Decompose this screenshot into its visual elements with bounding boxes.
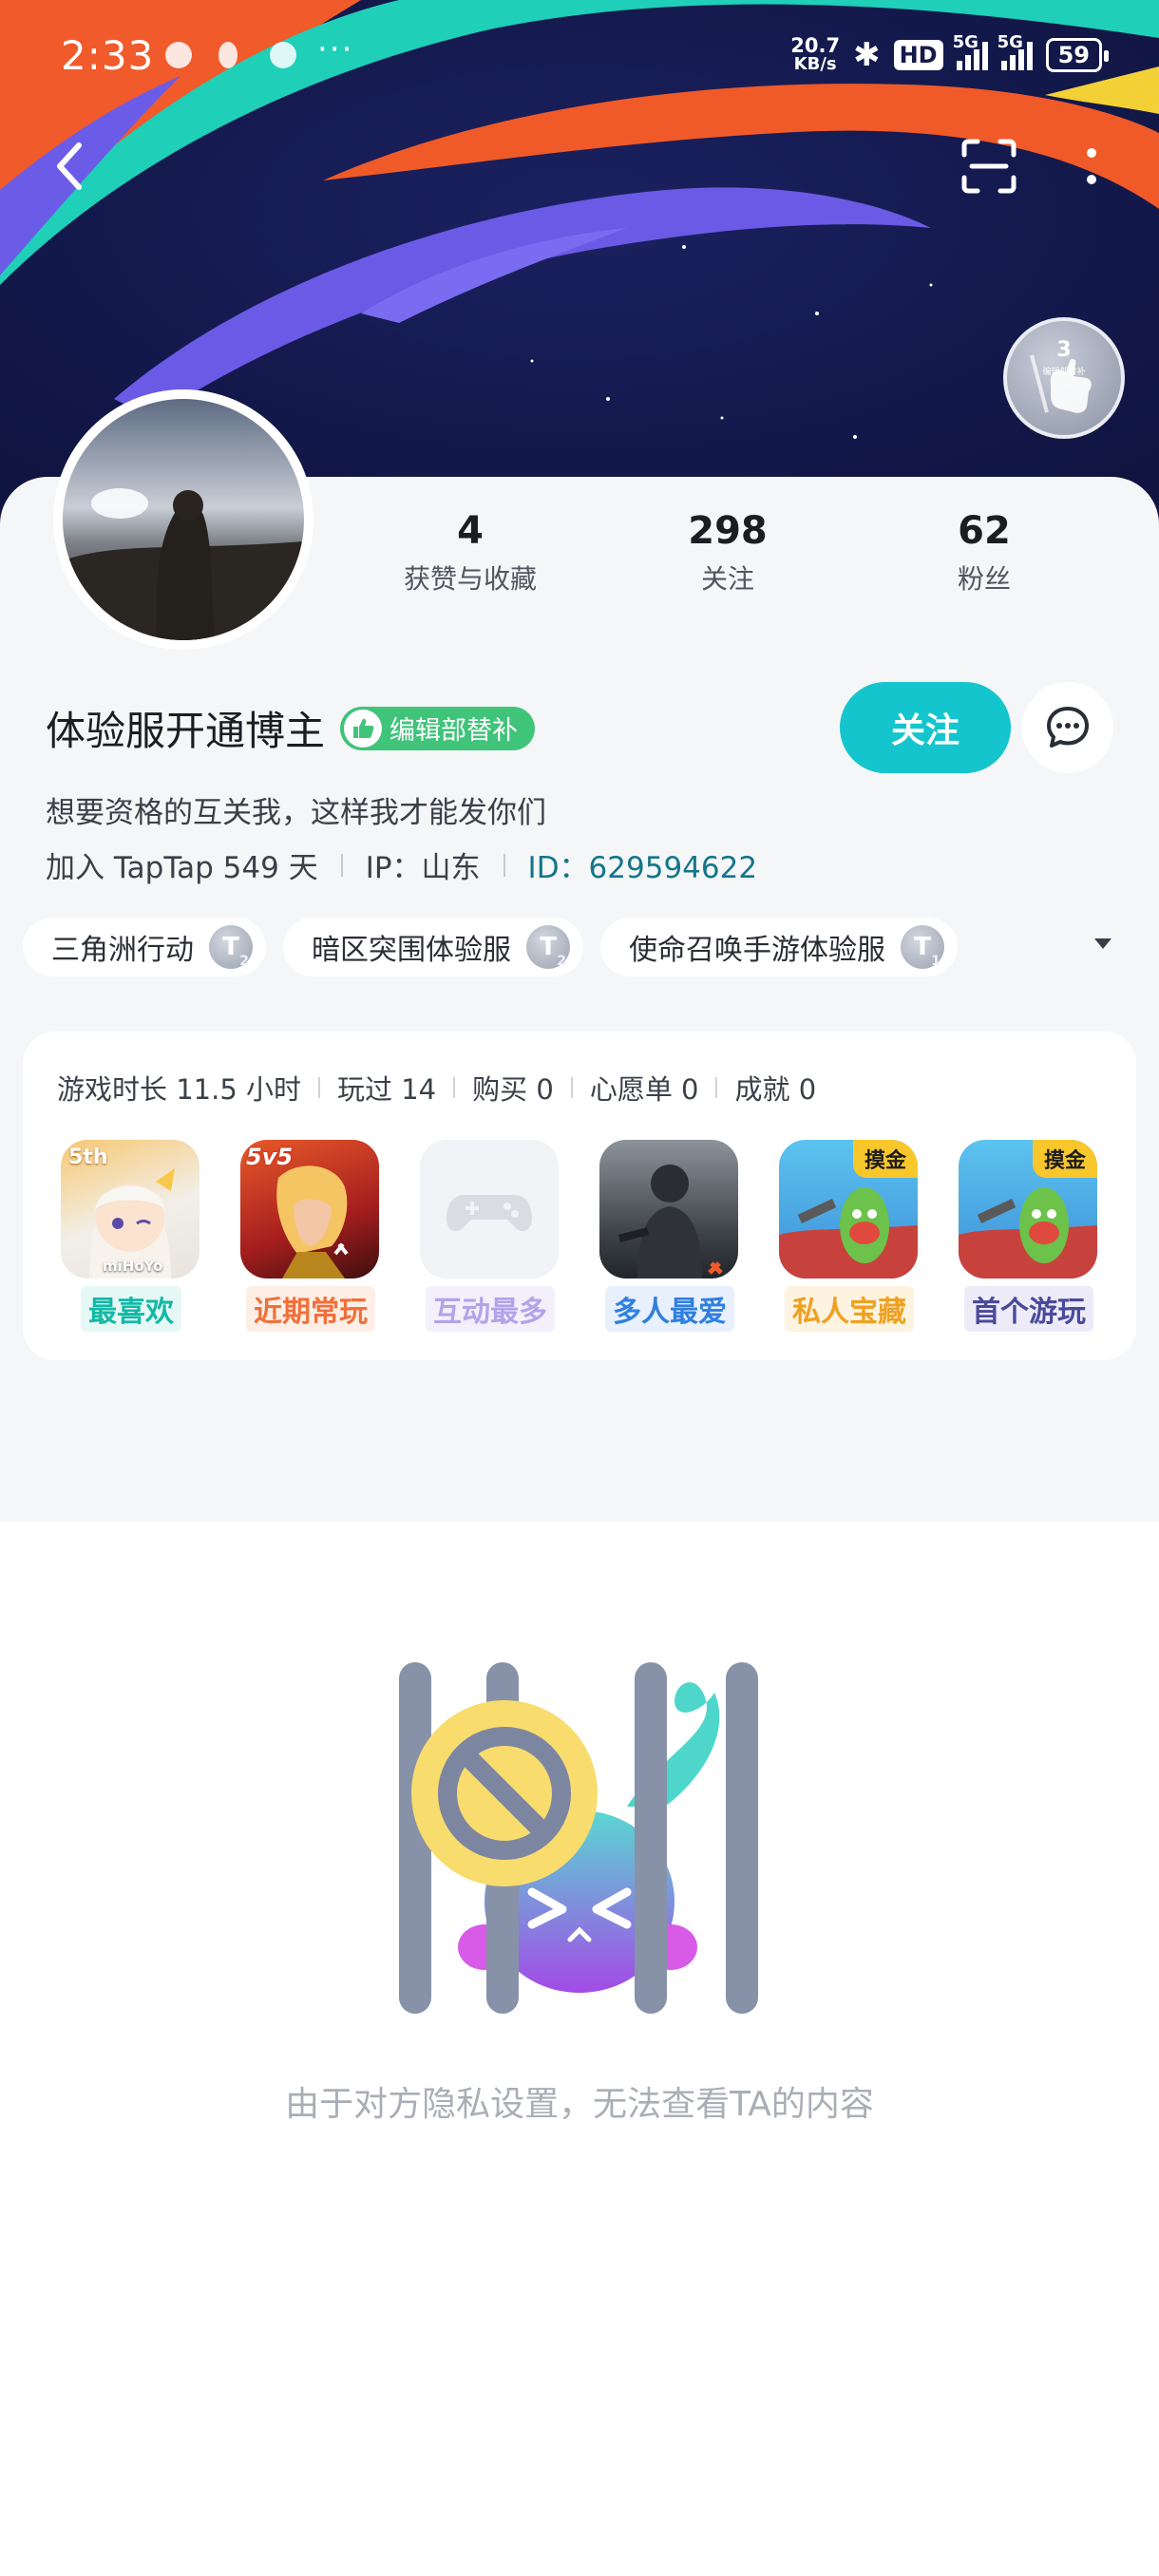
game-chip[interactable]: 三角洲行动 T2 <box>23 918 266 976</box>
game-multiplayer[interactable]: 多人最爱 <box>599 1140 740 1332</box>
join-days: 加入 TapTap 549 天 <box>46 851 318 885</box>
game-label: 私人宝藏 <box>785 1286 914 1332</box>
divider <box>340 853 343 877</box>
divider <box>503 853 505 877</box>
divider <box>453 1077 456 1098</box>
game-icon: 5th miHoYo <box>61 1140 200 1279</box>
status-bar: 2:33 ··· 20.7 KB/s ✱ HD 5G 5G 59 <box>0 0 1159 114</box>
game-chip[interactable]: 暗区突围体验服 T2 <box>283 918 583 976</box>
game-favorite[interactable]: 5th miHoYo 最喜欢 <box>61 1140 201 1332</box>
more-menu-button[interactable] <box>1058 133 1125 199</box>
tap-level-icon: T2 <box>209 925 253 969</box>
game-interactive[interactable]: 互动最多 <box>420 1140 560 1332</box>
thumbs-up-icon <box>1030 354 1092 413</box>
user-bio: 想要资格的互关我，这样我才能发你们 <box>46 796 546 830</box>
games-card[interactable]: 游戏时长 11.5 小时 玩过 14 购买 0 心愿单 0 成就 0 5th m… <box>23 1032 1136 1360</box>
signal-icon: 5G <box>998 32 1033 70</box>
chevron-down-icon[interactable] <box>1094 938 1112 949</box>
game-stats: 游戏时长 11.5 小时 玩过 14 购买 0 心愿单 0 成就 0 <box>57 1073 817 1106</box>
divider <box>570 1077 573 1098</box>
stat-likes[interactable]: 4 获赞与收藏 <box>375 509 565 597</box>
gamepad-icon <box>446 1195 532 1232</box>
chat-bubble-icon <box>1047 707 1089 748</box>
game-chips: 三角洲行动 T2 暗区突围体验服 T2 使命召唤手游体验服 T1 <box>23 918 958 976</box>
game-icon: 摸金 <box>959 1140 1097 1279</box>
tap-level-icon: T1 <box>901 925 944 969</box>
scan-button[interactable] <box>956 133 1022 199</box>
more-notifications-icon: ··· <box>317 30 354 68</box>
game-treasure[interactable]: 摸金 私人宝藏 <box>779 1140 920 1332</box>
back-arrow-icon <box>57 142 82 190</box>
status-time: 2:33 <box>61 32 155 79</box>
game-label: 多人最爱 <box>605 1286 734 1332</box>
privacy-message: 由于对方隐私设置，无法查看TA的内容 <box>285 2085 874 2124</box>
avatar-photo <box>63 399 304 640</box>
message-button[interactable] <box>1022 682 1113 773</box>
notification-icon <box>270 42 296 68</box>
signal-icon: 5G <box>953 32 988 70</box>
game-label: 互动最多 <box>426 1286 555 1332</box>
user-name: 体验服开通博主 <box>46 708 326 754</box>
game-icon <box>599 1140 738 1279</box>
game-icon: 5v5 <box>240 1140 379 1279</box>
stat-following[interactable]: 298 关注 <box>633 509 823 597</box>
ip-location: IP：山东 <box>365 851 481 885</box>
game-icon: 摸金 <box>779 1140 918 1279</box>
bluetooth-icon: ✱ <box>853 36 881 74</box>
battery-icon: 59 <box>1045 38 1110 72</box>
tap-level-icon: T2 <box>526 925 570 969</box>
notification-icon <box>165 42 192 68</box>
more-vertical-icon <box>1087 148 1096 184</box>
promo-badge: 摸金 <box>852 1140 918 1178</box>
medal-badge[interactable]: 3 编辑部替补 <box>1003 317 1125 439</box>
game-label: 最喜欢 <box>81 1286 181 1332</box>
follow-button[interactable]: 关注 <box>840 682 1011 773</box>
back-button[interactable] <box>36 133 103 199</box>
game-first-played[interactable]: 摸金 首个游玩 <box>959 1140 1099 1332</box>
user-meta: 加入 TapTap 549 天 IP：山东 ID：629594622 <box>46 843 757 886</box>
content-area: 由于对方隐私设置，无法查看TA的内容 <box>0 1522 1159 2576</box>
notification-icon <box>218 42 238 68</box>
thumbs-up-icon <box>344 709 383 748</box>
stat-followers[interactable]: 62 粉丝 <box>889 509 1079 597</box>
divider <box>318 1077 321 1098</box>
privacy-lock-illustration <box>399 1662 758 2014</box>
game-label: 首个游玩 <box>964 1286 1093 1332</box>
divider <box>715 1077 718 1098</box>
scan-icon <box>961 139 1016 194</box>
game-label: 近期常玩 <box>246 1286 375 1332</box>
game-chip[interactable]: 使命召唤手游体验服 T1 <box>600 918 958 976</box>
name-row: 体验服开通博主 编辑部替补 <box>46 699 536 757</box>
role-tag[interactable]: 编辑部替补 <box>340 706 536 750</box>
promo-badge: 摸金 <box>1032 1140 1097 1178</box>
user-id[interactable]: ID：629594622 <box>528 843 758 886</box>
game-recent[interactable]: 5v5 近期常玩 <box>240 1140 381 1332</box>
avatar[interactable] <box>53 389 314 650</box>
game-icon <box>420 1140 559 1279</box>
network-speed: 20.7 KB/s <box>790 34 841 74</box>
hd-icon: HD <box>893 40 943 70</box>
